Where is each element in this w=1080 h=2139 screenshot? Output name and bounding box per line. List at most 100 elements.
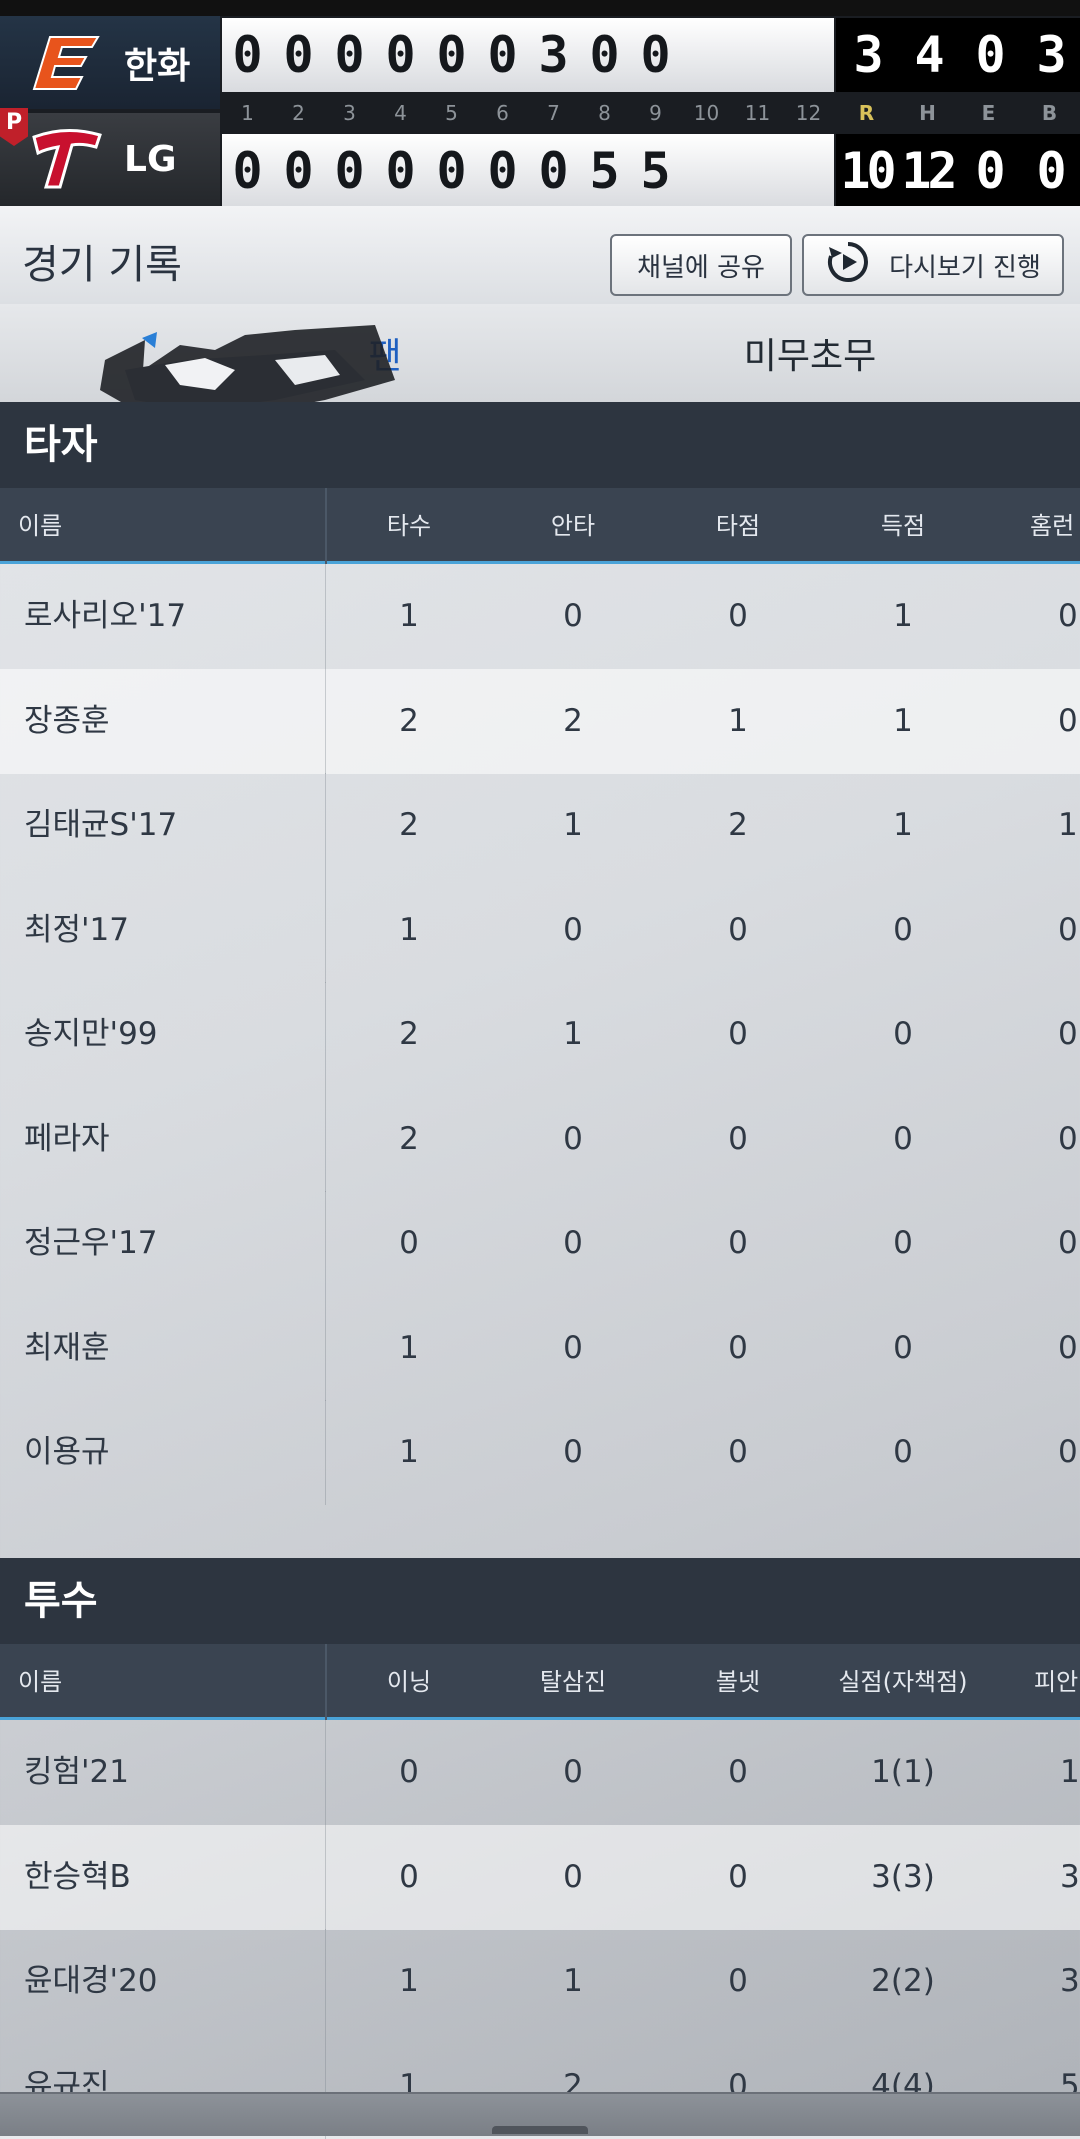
home-runs-cell: 1	[1058, 807, 1078, 843]
home-errors: 0	[975, 142, 1005, 200]
home-inning-score: 5	[640, 142, 671, 200]
away-walks: 3	[1036, 26, 1066, 84]
pitchers-column-header: 이름 이닝 탈삼진 볼넷 실점(자책점) 피안	[0, 1644, 1080, 1720]
hits-cell: 0	[563, 1329, 583, 1366]
col-runs: 득점	[880, 512, 926, 540]
col-strikeouts: 탈삼진	[539, 1668, 607, 1696]
innings-cell: 1	[399, 1963, 419, 1999]
player-name: 페라자	[24, 1120, 110, 1157]
away-inning-score: 0	[283, 26, 314, 84]
at-bats-cell: 2	[399, 702, 419, 739]
table-row[interactable]: 윤대경'20 1 1 0 2(2) 3	[0, 1929, 1080, 2034]
inning-number: 3	[343, 101, 356, 125]
column-divider	[325, 1191, 326, 1296]
inning-number: 7	[547, 101, 560, 125]
table-row[interactable]: 김태균S'17 2 1 2 1 1	[0, 773, 1080, 878]
away-inning-score: 0	[487, 26, 518, 84]
tab-opponent-label: 미무초무	[743, 336, 877, 377]
player-name: 한승혁B	[24, 1858, 131, 1895]
col-home-runs: 홈런	[1030, 512, 1075, 540]
runs-cell: 0	[893, 1225, 913, 1261]
rbi-cell: 0	[728, 911, 748, 948]
home-inning-score: 0	[385, 142, 416, 200]
inning-number: 12	[795, 101, 822, 125]
inning-number: 11	[744, 101, 771, 125]
inning-number: 4	[394, 101, 407, 125]
rbi-cell: 0	[728, 598, 748, 634]
rbi-cell: 0	[728, 1434, 748, 1470]
column-divider	[325, 1400, 326, 1505]
player-name: 김태균S'17	[24, 807, 178, 843]
player-name: 이용규	[24, 1434, 110, 1470]
table-row[interactable]: 로사리오'17 1 0 0 1 0	[0, 564, 1080, 669]
home-runs-cell: 0	[1058, 598, 1078, 634]
hits-allowed-cell: 3	[1060, 1963, 1080, 1999]
column-divider	[325, 1720, 326, 1825]
home-runs-cell: 0	[1058, 1225, 1078, 1261]
column-divider	[325, 1086, 326, 1192]
page-title: 경기 기록	[22, 242, 182, 288]
column-divider	[325, 668, 326, 774]
away-runs: 3	[853, 26, 883, 84]
rbi-cell: 1	[728, 702, 748, 739]
status-strip	[0, 0, 1080, 16]
home-runs-cell: 0	[1058, 702, 1078, 739]
drag-handle[interactable]	[492, 2126, 588, 2134]
at-bats-cell: 1	[399, 1329, 419, 1366]
player-name: 윤대경'20	[24, 1963, 158, 1999]
column-divider	[325, 1644, 327, 1720]
at-bats-cell: 2	[399, 1016, 419, 1052]
away-inning-score: 0	[436, 26, 467, 84]
errors-label: E	[981, 101, 996, 125]
table-row[interactable]: 이용규 1 0 0 0 0	[0, 1400, 1080, 1505]
table-row[interactable]: 장종훈 2 2 1 1 0	[0, 668, 1080, 774]
away-errors: 0	[975, 26, 1005, 84]
column-divider	[325, 1295, 326, 1401]
inning-number: 9	[649, 101, 662, 125]
hits-allowed-cell: 1	[1060, 1754, 1080, 1790]
runs-earned-cell: 3(3)	[871, 1858, 935, 1895]
walks-cell: 0	[728, 1858, 748, 1895]
away-linescore: 0 0 0 0 0 0 3 0 0	[222, 18, 834, 92]
innings-cell: 0	[399, 1858, 419, 1895]
totals-header: R H E B	[836, 96, 1080, 130]
hits-cell: 1	[563, 1016, 583, 1052]
share-button-label: 채널에 공유	[637, 252, 765, 283]
table-row[interactable]: 정근우'17 0 0 0 0 0	[0, 1191, 1080, 1296]
home-inning-score: 0	[487, 142, 518, 200]
home-runs-cell: 0	[1058, 1016, 1078, 1052]
walks-cell: 0	[728, 1963, 748, 1999]
at-bats-cell: 1	[399, 598, 419, 634]
away-team-name: 한화	[124, 45, 191, 87]
table-row[interactable]: 최재훈 1 0 0 0 0	[0, 1295, 1080, 1401]
home-runs: 10	[840, 142, 896, 200]
table-row[interactable]: 페라자 2 0 0 0 0	[0, 1086, 1080, 1192]
home-runs-cell: 0	[1058, 1120, 1078, 1157]
runs-cell: 1	[893, 807, 913, 843]
home-runs-cell: 0	[1058, 1329, 1078, 1366]
away-totals: 3 4 0 3	[836, 18, 1080, 92]
runs-cell: 1	[893, 702, 913, 739]
table-row[interactable]: 킹험'21 0 0 0 1(1) 1	[0, 1720, 1080, 1825]
walks-label: B	[1041, 101, 1058, 125]
column-divider	[325, 877, 326, 983]
replay-button[interactable]: 다시보기 진행	[802, 234, 1064, 296]
hits-cell: 0	[563, 1225, 583, 1261]
pitchers-section-title: 투수	[0, 1558, 1080, 1644]
rbi-cell: 0	[728, 1225, 748, 1261]
rbi-cell: 0	[728, 1120, 748, 1157]
tab-opponent-team[interactable]: 미무초무	[540, 304, 1080, 402]
strikeouts-cell: 1	[563, 1963, 583, 1999]
rbi-cell: 0	[728, 1329, 748, 1366]
table-row[interactable]: 한승혁B 0 0 0 3(3) 3	[0, 1824, 1080, 1930]
home-team-cell: LG	[0, 113, 220, 206]
strikeouts-cell: 0	[563, 1858, 583, 1895]
inning-number: 8	[598, 101, 611, 125]
rbi-cell: 2	[728, 807, 748, 843]
hits-cell: 1	[563, 807, 583, 843]
away-inning-score: 0	[640, 26, 671, 84]
share-to-channel-button[interactable]: 채널에 공유	[610, 234, 792, 296]
table-row[interactable]: 송지만'99 2 1 0 0 0	[0, 982, 1080, 1087]
home-inning-score: 0	[334, 142, 365, 200]
table-row[interactable]: 최정'17 1 0 0 0 0	[0, 877, 1080, 983]
